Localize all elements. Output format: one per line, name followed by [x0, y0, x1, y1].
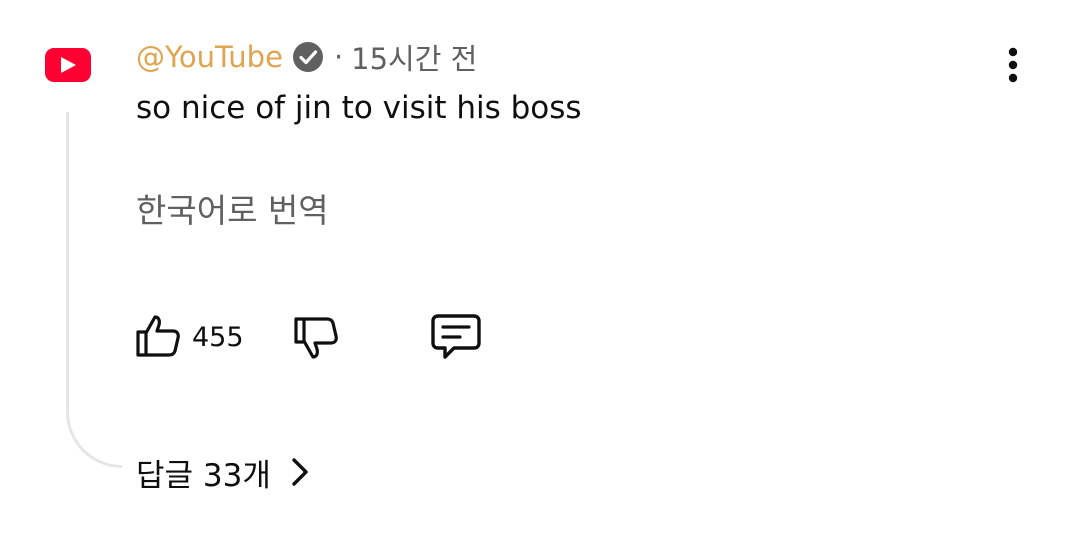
thumbs-up-icon: [136, 315, 180, 357]
verified-check-icon: [292, 41, 324, 73]
reply-button[interactable]: [430, 312, 482, 362]
comment-reply-icon: [431, 314, 481, 359]
chevron-right-icon: [289, 457, 311, 487]
like-count: 455: [192, 322, 244, 353]
comment-header: @YouTube · 15시간 전: [136, 38, 477, 76]
comment-text: so nice of jin to visit his boss: [136, 90, 582, 126]
meta-separator: ·: [333, 40, 344, 74]
more-options-button[interactable]: [996, 44, 1030, 86]
comment-card: @YouTube · 15시간 전 so nice of jin to visi…: [0, 0, 1080, 541]
channel-avatar[interactable]: [45, 48, 91, 82]
author-handle[interactable]: @YouTube: [136, 40, 283, 74]
dislike-button[interactable]: [292, 314, 340, 362]
thumbs-down-icon: [294, 317, 338, 359]
youtube-logo-icon: [61, 57, 76, 73]
reply-thread-line: [66, 112, 122, 468]
comment-timestamp: 15시간 전: [351, 42, 478, 76]
more-vertical-icon: [1008, 47, 1018, 83]
like-button[interactable]: [134, 312, 182, 360]
view-replies-button[interactable]: 답글 33개: [136, 450, 311, 494]
translate-link[interactable]: 한국어로 번역: [136, 184, 329, 232]
replies-label: 답글 33개: [136, 457, 271, 494]
